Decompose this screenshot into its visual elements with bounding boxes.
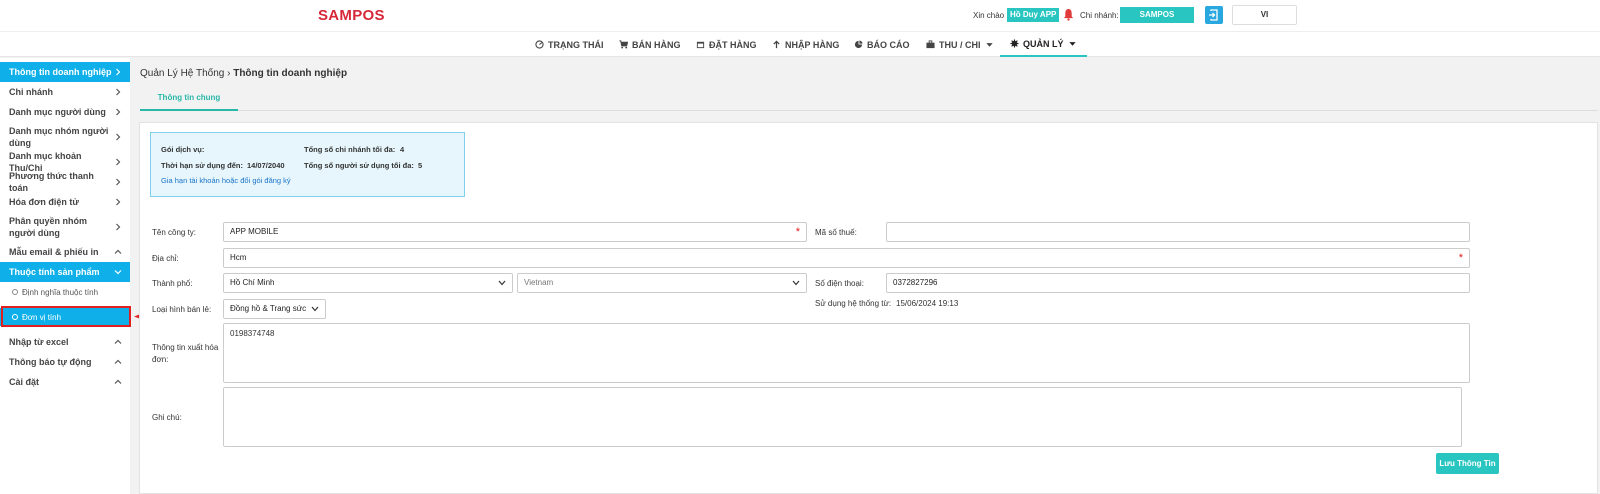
nav-trang-thai[interactable]: TRẠNG THÁI (535, 32, 604, 57)
caret-down-icon (985, 43, 993, 47)
sidebar-item-email-templates[interactable]: Mẫu email & phiếu in (0, 242, 130, 262)
cart-icon (619, 40, 628, 49)
chevron-right-icon (116, 88, 121, 96)
company-name-input[interactable]: APP MOBILE * (223, 222, 807, 242)
chevron-right-icon (116, 178, 121, 186)
since-value: 15/06/2024 19:13 (896, 299, 959, 308)
phone-input[interactable]: 0372827296 (886, 273, 1470, 293)
breadcrumb-current: Thông tin doanh nghiệp (233, 68, 348, 79)
chevron-down-icon (311, 306, 319, 312)
chevron-down-icon (114, 270, 122, 275)
circle-icon (12, 289, 18, 295)
nav-nhap-hang[interactable]: NHẬP HÀNG (772, 32, 839, 57)
note-textarea[interactable] (223, 387, 1462, 447)
chevron-down-icon (498, 280, 506, 286)
tab-bar: Thông tin chung (140, 87, 1598, 111)
expiry-label: Thời hạn sử dụng đến: (161, 161, 244, 170)
calendar-icon (696, 41, 705, 49)
max-users-value: 5 (418, 161, 423, 170)
breadcrumb: Quản Lý Hệ Thống › Thông tin doanh nghiệ… (140, 68, 347, 79)
sidebar-item-notifications[interactable]: Thông báo tự động (0, 352, 130, 372)
save-button[interactable]: Lưu Thông Tin (1436, 453, 1499, 474)
nav-dat-hang[interactable]: ĐẶT HÀNG (696, 32, 757, 57)
pie-chart-icon (854, 40, 863, 49)
main-nav: TRẠNG THÁI BÁN HÀNG ĐẶT HÀNG NHẬP HÀNG B… (0, 31, 1600, 57)
invoice-info-textarea[interactable]: 0198374748 (223, 323, 1470, 383)
sidebar-item-settings[interactable]: Cài đặt (0, 372, 130, 392)
branch-label: Chi nhánh: (1080, 11, 1119, 20)
chevron-right-icon (116, 68, 121, 76)
nav-ban-hang[interactable]: BÁN HÀNG (619, 32, 681, 57)
user-name-badge[interactable]: Hồ Duy APP (1007, 8, 1060, 22)
chevron-up-icon (114, 339, 122, 344)
logout-icon (1209, 9, 1218, 21)
chevron-up-icon (114, 359, 122, 364)
sidebar-item-company-info[interactable]: Thông tin doanh nghiệp (0, 62, 130, 82)
company-info-card: Gói dịch vụ: Thời hạn sử dụng đến: 14/07… (139, 122, 1598, 494)
max-branches-value: 4 (400, 145, 405, 154)
required-mark: * (795, 226, 800, 238)
address-input[interactable]: Hcm * (223, 248, 1470, 268)
chevron-right-icon (116, 158, 121, 166)
bell-icon[interactable] (1063, 8, 1074, 21)
sidebar-item-e-invoice[interactable]: Hóa đơn điện tử (0, 192, 130, 212)
chevron-right-icon (116, 108, 121, 116)
tax-code-input[interactable] (886, 222, 1470, 242)
company-name-label: Tên công ty: (152, 228, 197, 237)
tax-code-label: Mã số thuế: (815, 228, 857, 237)
breadcrumb-root[interactable]: Quản Lý Hệ Thống (140, 68, 224, 79)
chevron-right-icon (116, 223, 121, 231)
sidebar-item-branches[interactable]: Chi nhánh (0, 82, 130, 102)
city-label: Thành phố: (152, 279, 193, 288)
top-bar: SAMPOS Xin chào Hồ Duy APP Chi nhánh: SA… (0, 0, 1600, 31)
sidebar-item-excel-import[interactable]: Nhập từ excel (0, 332, 130, 352)
package-label: Gói dịch vụ: (161, 145, 205, 154)
logout-button[interactable] (1205, 6, 1223, 24)
chevron-up-icon (114, 249, 122, 254)
max-branches-label: Tổng số chi nhánh tối đa: (304, 145, 396, 154)
language-selector[interactable]: VI (1232, 5, 1297, 25)
tab-general-info[interactable]: Thông tin chung (140, 87, 238, 111)
caret-down-icon (1068, 42, 1076, 46)
max-users-label: Tổng số người sử dụng tối đa: (304, 161, 414, 170)
arrow-up-icon (773, 40, 780, 49)
briefcase-icon (926, 40, 935, 49)
chevron-up-icon (114, 379, 122, 384)
expiry-value: 14/07/2040 (247, 161, 285, 170)
sidebar: Thông tin doanh nghiệp Chi nhánh Danh mụ… (0, 58, 130, 494)
app-logo[interactable]: SAMPOS (318, 7, 385, 24)
sidebar-item-permissions[interactable]: Phân quyền nhóm người dùng (0, 212, 130, 242)
retail-type-label: Loại hình bán lẻ: (152, 305, 212, 314)
since-label: Sử dụng hệ thống từ: (815, 299, 892, 308)
city-select[interactable]: Hồ Chí Minh (223, 273, 513, 293)
annotation-highlight-box (1, 306, 131, 327)
sidebar-subitem-attribute-definition[interactable]: Định nghĩa thuộc tính (0, 282, 130, 302)
note-label: Ghi chú: (152, 413, 182, 422)
sidebar-item-users[interactable]: Danh mục người dùng (0, 102, 130, 122)
greeting-text: Xin chào (973, 11, 1005, 20)
gear-icon (1010, 39, 1019, 48)
phone-label: Số điện thoại: (815, 279, 864, 288)
dashboard-icon (535, 40, 544, 49)
branch-selector[interactable]: SAMPOS (1120, 7, 1194, 23)
nav-bao-cao[interactable]: BÁO CÁO (854, 32, 910, 57)
renew-link[interactable]: Gia hạn tài khoản hoặc đổi gói đăng ký (161, 176, 291, 185)
service-info-box: Gói dịch vụ: Thời hạn sử dụng đến: 14/07… (150, 132, 465, 197)
invoice-info-label: Thông tin xuất hóa đơn: (152, 343, 219, 364)
sidebar-item-income-expense[interactable]: Danh mục khoản Thu/Chi (0, 151, 130, 173)
chevron-down-icon (792, 280, 800, 286)
nav-thu-chi[interactable]: THU / CHI (926, 32, 994, 57)
chevron-right-icon (116, 198, 121, 206)
sidebar-item-user-groups[interactable]: Danh mục nhóm người dùng (0, 122, 130, 152)
chevron-right-icon (116, 133, 121, 141)
sidebar-item-product-attributes[interactable]: Thuộc tính sản phẩm (0, 262, 130, 282)
nav-quan-ly[interactable]: QUẢN LÝ (1000, 32, 1087, 57)
address-label: Địa chỉ: (152, 254, 179, 263)
retail-type-select[interactable]: Đồng hồ & Trang sức (223, 299, 326, 319)
sidebar-item-payment-methods[interactable]: Phương thức thanh toán (0, 171, 130, 193)
required-mark: * (1458, 252, 1463, 264)
country-select[interactable]: Vietnam (517, 273, 807, 293)
